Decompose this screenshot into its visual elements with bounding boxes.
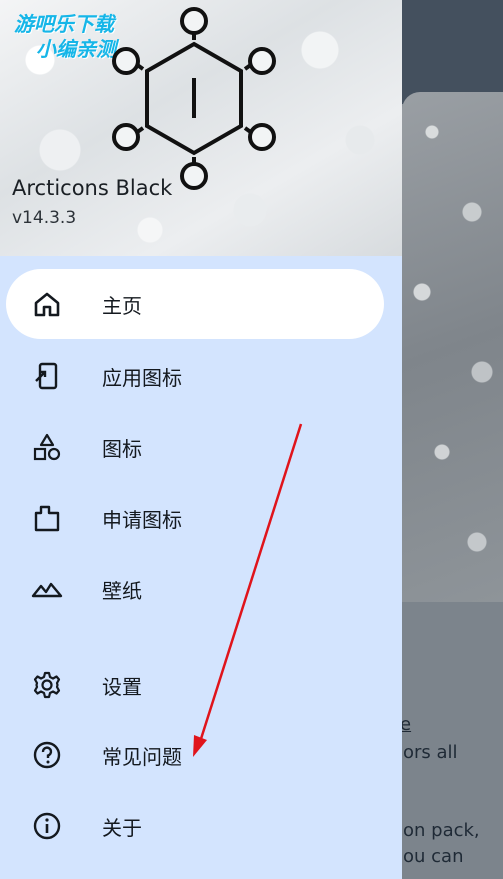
wallpaper-icon	[30, 572, 64, 606]
menu-item-icons[interactable]: 图标	[6, 412, 384, 482]
watermark-line2: 小编亲测	[36, 37, 116, 61]
app-version: v14.3.3	[12, 208, 77, 228]
app-logo	[112, 7, 276, 190]
background-text-fragment: ou can	[403, 846, 464, 867]
background-text-fragment: ors all	[403, 742, 458, 763]
menu-item-label: 壁纸	[102, 578, 142, 603]
menu-item-label: 关于	[102, 815, 142, 840]
menu-item-app-icons[interactable]: 应用图标	[6, 341, 384, 411]
menu-item-faq[interactable]: 常见问题	[6, 720, 384, 790]
menu-item-label: 常见问题	[102, 744, 182, 769]
menu-item-request-icons[interactable]: 申请图标	[6, 483, 384, 553]
watermark: 游吧乐下载 小编亲测	[14, 12, 116, 62]
info-icon	[30, 809, 64, 843]
drawer-menu: 主页 应用图标 图标 申请图标 壁纸 设置 常见问题 关于	[0, 256, 402, 879]
menu-item-label: 应用图标	[102, 365, 182, 390]
shapes-icon	[30, 430, 64, 464]
help-icon	[30, 738, 64, 772]
menu-item-label: 设置	[102, 674, 142, 699]
home-icon	[30, 287, 64, 321]
menu-item-wallpapers[interactable]: 壁纸	[6, 554, 384, 624]
menu-item-about[interactable]: 关于	[6, 791, 384, 861]
menu-item-home[interactable]: 主页	[6, 269, 384, 339]
background-text-fragment: on pack,	[403, 820, 480, 841]
menu-item-label: 申请图标	[102, 507, 182, 532]
menu-item-settings[interactable]: 设置	[6, 650, 384, 720]
app-icons-icon	[30, 359, 64, 393]
watermark-line1: 游吧乐下载	[14, 12, 114, 36]
navigation-drawer: 游吧乐下载 小编亲测 Arcticons Black v14.3.3 主页 应用…	[0, 0, 402, 879]
menu-item-label: 图标	[102, 436, 142, 461]
menu-item-label: 主页	[102, 293, 142, 318]
gear-icon	[30, 668, 64, 702]
request-icon	[30, 501, 64, 535]
drawer-header: 游吧乐下载 小编亲测 Arcticons Black v14.3.3	[0, 0, 402, 256]
background-hero-image	[402, 92, 503, 602]
app-name: Arcticons Black	[12, 176, 173, 200]
